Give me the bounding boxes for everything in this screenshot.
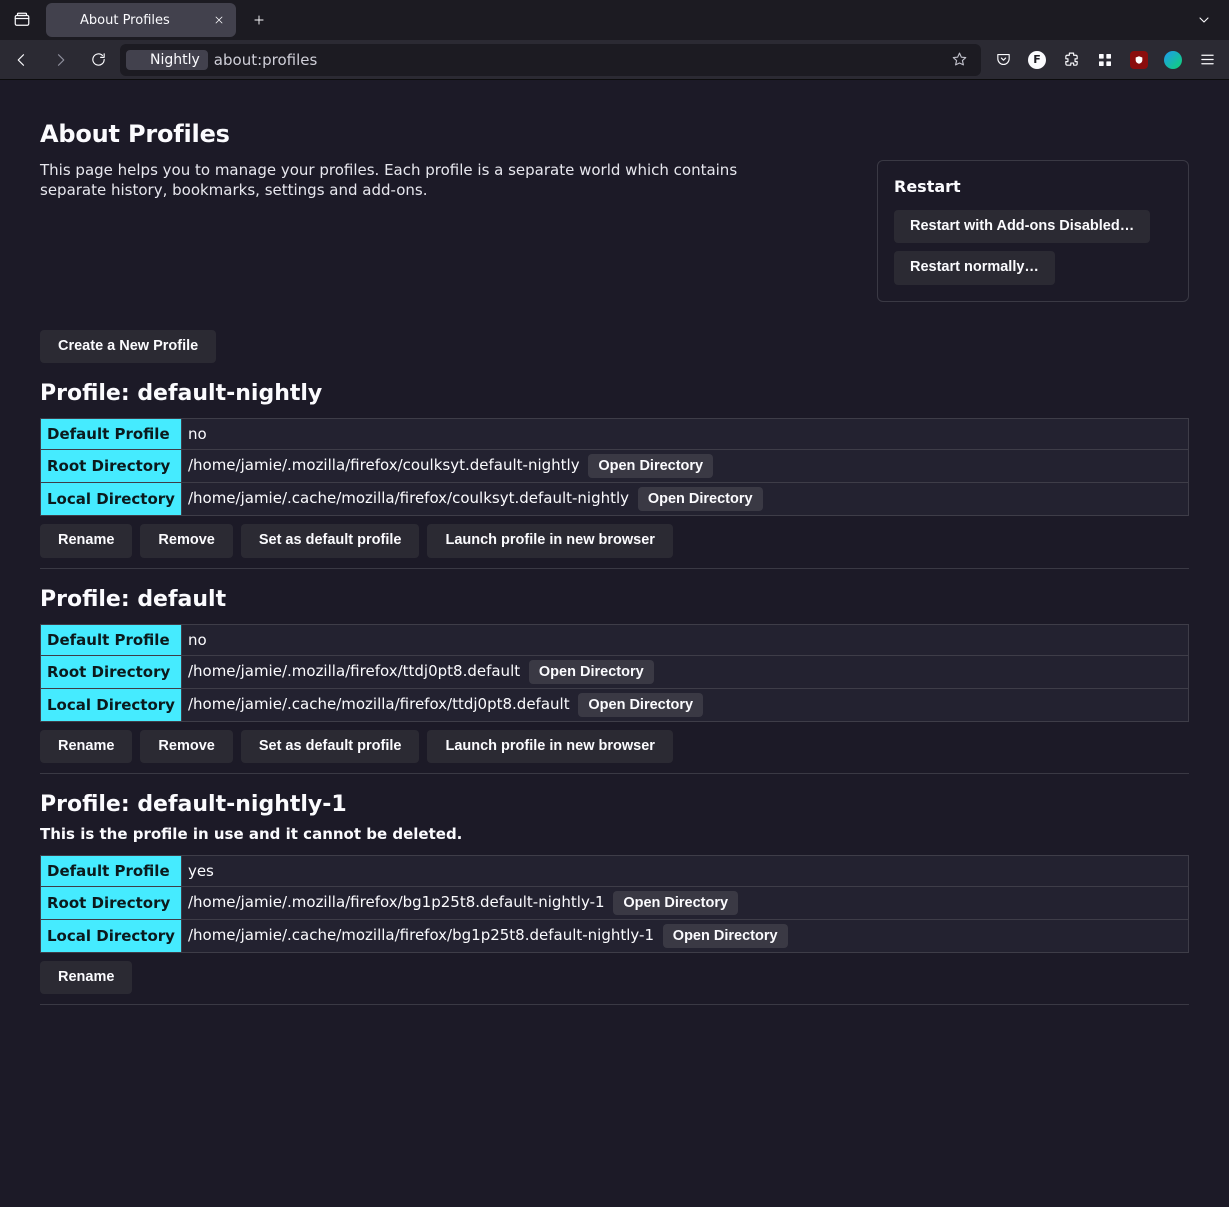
tab-favicon: [56, 12, 72, 28]
url-text: about:profiles: [214, 51, 318, 69]
default-profile-label: Default Profile: [41, 624, 182, 655]
root-dir-label: Root Directory: [41, 886, 182, 919]
account-letter: F: [1028, 51, 1046, 69]
rename-button[interactable]: Rename: [40, 961, 132, 994]
rename-button[interactable]: Rename: [40, 524, 132, 557]
section-separator: [40, 568, 1189, 569]
profile-actions: Rename Remove Set as default profile Lau…: [40, 524, 1189, 557]
root-dir-label: Root Directory: [41, 450, 182, 483]
ublock-icon: [1130, 51, 1148, 69]
profile-actions: Rename: [40, 961, 1189, 994]
tab-title: About Profiles: [80, 13, 170, 28]
intro-text: This page helps you to manage your profi…: [40, 160, 770, 201]
local-dir-cell: /home/jamie/.cache/mozilla/firefox/coulk…: [181, 483, 1188, 516]
profile-section: Profile: default-nightly-1 This is the p…: [40, 792, 1189, 1005]
default-profile-value: no: [181, 624, 1188, 655]
set-default-button[interactable]: Set as default profile: [241, 524, 420, 557]
local-dir-cell: /home/jamie/.cache/mozilla/firefox/ttdj0…: [181, 688, 1188, 721]
section-separator: [40, 773, 1189, 774]
profile-heading: Profile: default-nightly: [40, 381, 1189, 406]
local-dir-value: /home/jamie/.cache/mozilla/firefox/ttdj0…: [188, 695, 570, 713]
remove-button[interactable]: Remove: [140, 730, 232, 763]
root-dir-cell: /home/jamie/.mozilla/firefox/coulksyt.de…: [181, 450, 1188, 483]
open-local-dir-button[interactable]: Open Directory: [578, 693, 703, 717]
open-local-dir-button[interactable]: Open Directory: [663, 924, 788, 948]
tab-close-button[interactable]: [210, 11, 228, 29]
profile-section: Profile: default Default Profile no Root…: [40, 587, 1189, 774]
firefox-view-button[interactable]: [6, 6, 38, 34]
profile-table: Default Profile no Root Directory /home/…: [40, 418, 1189, 516]
new-tab-button[interactable]: [244, 5, 274, 35]
section-separator: [40, 1004, 1189, 1005]
profile-heading: Profile: default-nightly-1: [40, 792, 1189, 817]
privacy-ext-icon: [1164, 51, 1182, 69]
url-bar[interactable]: Nightly about:profiles: [120, 44, 981, 76]
profile-table: Default Profile yes Root Directory /home…: [40, 855, 1189, 953]
default-profile-label: Default Profile: [41, 419, 182, 450]
root-dir-value: /home/jamie/.mozilla/firefox/coulksyt.de…: [188, 456, 580, 474]
launch-profile-button[interactable]: Launch profile in new browser: [427, 730, 672, 763]
list-all-tabs-button[interactable]: [1189, 6, 1219, 34]
privacy-ext-button[interactable]: [1157, 45, 1189, 75]
forward-button[interactable]: [44, 45, 76, 75]
default-profile-label: Default Profile: [41, 855, 182, 886]
extensions-button[interactable]: [1055, 45, 1087, 75]
back-button[interactable]: [6, 45, 38, 75]
identity-box[interactable]: Nightly: [126, 50, 208, 70]
remove-button[interactable]: Remove: [140, 524, 232, 557]
profile-heading: Profile: default: [40, 587, 1189, 612]
local-dir-label: Local Directory: [41, 688, 182, 721]
nav-toolbar: Nightly about:profiles F: [0, 40, 1229, 80]
root-dir-cell: /home/jamie/.mozilla/firefox/bg1p25t8.de…: [181, 886, 1188, 919]
restart-normally-button[interactable]: Restart normally…: [894, 251, 1055, 284]
local-dir-value: /home/jamie/.cache/mozilla/firefox/coulk…: [188, 489, 629, 507]
app-menu-button[interactable]: [1191, 45, 1223, 75]
page-title: About Profiles: [40, 120, 1189, 148]
root-dir-value: /home/jamie/.mozilla/firefox/bg1p25t8.de…: [188, 893, 605, 911]
profile-actions: Rename Remove Set as default profile Lau…: [40, 730, 1189, 763]
profile-in-use-note: This is the profile in use and it cannot…: [40, 825, 1189, 843]
open-local-dir-button[interactable]: Open Directory: [638, 487, 763, 511]
bookmark-star-button[interactable]: [943, 45, 975, 75]
tab-about-profiles[interactable]: About Profiles: [46, 3, 236, 37]
local-dir-label: Local Directory: [41, 483, 182, 516]
default-profile-value: yes: [181, 855, 1188, 886]
profile-table: Default Profile no Root Directory /home/…: [40, 624, 1189, 722]
default-profile-value: no: [181, 419, 1188, 450]
root-dir-value: /home/jamie/.mozilla/firefox/ttdj0pt8.de…: [188, 662, 520, 680]
root-dir-label: Root Directory: [41, 655, 182, 688]
page-content: About Profiles This page helps you to ma…: [0, 80, 1229, 1049]
launch-profile-button[interactable]: Launch profile in new browser: [427, 524, 672, 557]
restart-heading: Restart: [894, 177, 1172, 196]
root-dir-cell: /home/jamie/.mozilla/firefox/ttdj0pt8.de…: [181, 655, 1188, 688]
account-button[interactable]: F: [1021, 45, 1053, 75]
browser-chrome: About Profiles Nightly: [0, 0, 1229, 80]
tab-strip: About Profiles: [0, 0, 1229, 40]
ublock-button[interactable]: [1123, 45, 1155, 75]
pocket-button[interactable]: [987, 45, 1019, 75]
open-root-dir-button[interactable]: Open Directory: [529, 660, 654, 684]
set-default-button[interactable]: Set as default profile: [241, 730, 420, 763]
restart-box: Restart Restart with Add-ons Disabled… R…: [877, 160, 1189, 302]
restart-addons-disabled-button[interactable]: Restart with Add-ons Disabled…: [894, 210, 1150, 243]
reload-button[interactable]: [82, 45, 114, 75]
local-dir-value: /home/jamie/.cache/mozilla/firefox/bg1p2…: [188, 926, 654, 944]
profile-section: Profile: default-nightly Default Profile…: [40, 381, 1189, 568]
open-root-dir-button[interactable]: Open Directory: [613, 891, 738, 915]
create-new-profile-button[interactable]: Create a New Profile: [40, 330, 216, 363]
identity-label: Nightly: [150, 52, 200, 68]
rename-button[interactable]: Rename: [40, 730, 132, 763]
open-root-dir-button[interactable]: Open Directory: [588, 454, 713, 478]
addon-grid-button[interactable]: [1089, 45, 1121, 75]
local-dir-cell: /home/jamie/.cache/mozilla/firefox/bg1p2…: [181, 919, 1188, 952]
identity-favicon: [130, 52, 146, 68]
local-dir-label: Local Directory: [41, 919, 182, 952]
